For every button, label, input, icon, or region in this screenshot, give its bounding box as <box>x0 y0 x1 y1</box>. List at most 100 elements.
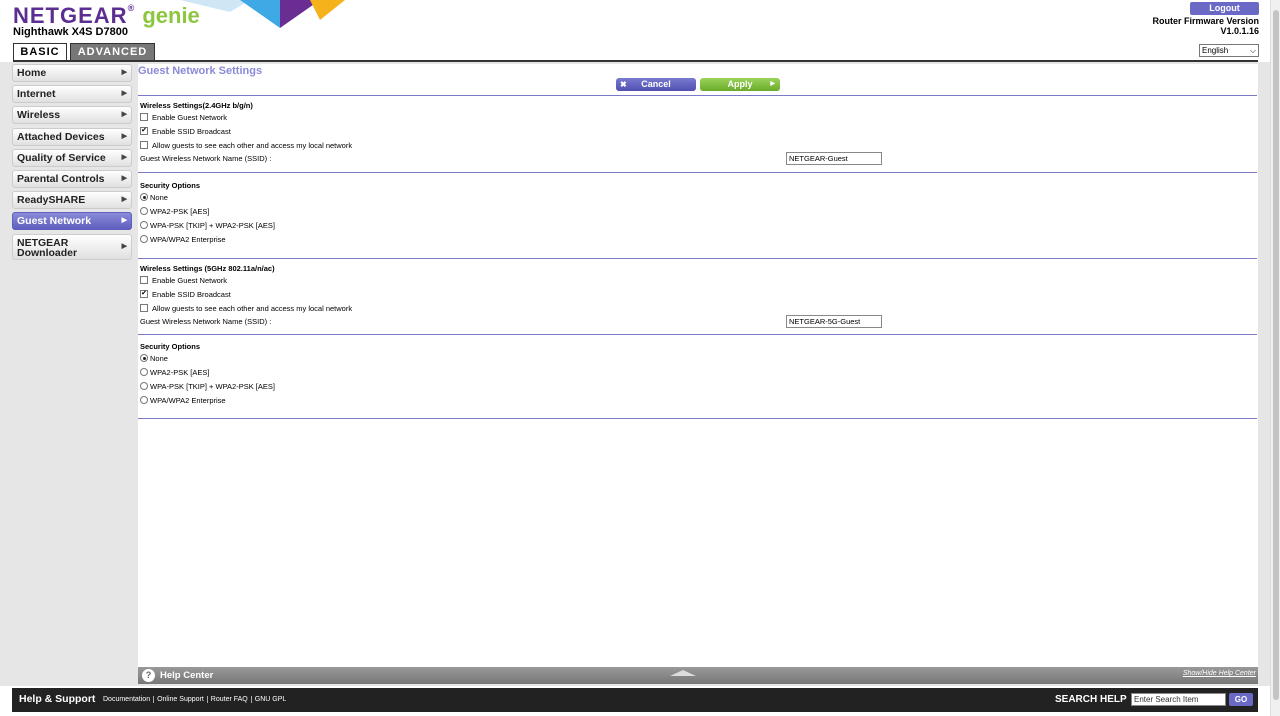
enable-guest-network-24-row: Enable Guest Network <box>140 113 227 123</box>
radio-label: None <box>150 354 168 363</box>
sidebar-item-home[interactable]: Home ▶ <box>12 64 132 82</box>
radio-label: WPA2-PSK [AES] <box>150 368 210 377</box>
firmware-label: Router Firmware Version <box>1152 16 1259 26</box>
sidebar-item-label: Downloader <box>17 246 78 259</box>
tab-basic[interactable]: BASIC <box>13 43 67 61</box>
radio-label: WPA2-PSK [AES] <box>150 207 210 216</box>
chevron-right-icon: ▶ <box>121 217 127 225</box>
go-button[interactable]: GO <box>1229 693 1253 706</box>
sidebar-item-attached-devices[interactable]: Attached Devices ▶ <box>12 127 132 146</box>
sidebar-item-label: Internet <box>17 88 56 101</box>
sidebar: Home ▶ Internet ▶ Wireless ▶ Attached De… <box>12 64 132 263</box>
radio-label: WPA-PSK [TKIP] + WPA2-PSK [AES] <box>150 382 275 391</box>
security-option-24-mixed: WPA-PSK [TKIP] + WPA2-PSK [AES] <box>140 221 275 231</box>
search-help-label: SEARCH HELP <box>1055 694 1127 705</box>
checkbox-label: Enable Guest Network <box>152 113 228 122</box>
sidebar-item-internet[interactable]: Internet ▶ <box>12 85 132 104</box>
security-radio-5-wpa2[interactable] <box>140 368 148 377</box>
ssid-5-input[interactable]: NETGEAR-5G-Guest <box>786 315 882 328</box>
checkbox-label: Allow guests to see each other and acces… <box>152 304 353 313</box>
search-input[interactable]: Enter Search Item <box>1131 693 1226 706</box>
sidebar-item-label: ReadySHARE <box>17 194 86 207</box>
section-divider <box>138 258 1257 259</box>
cancel-label: Cancel <box>641 79 671 89</box>
section-divider <box>138 418 1257 419</box>
allow-guests-5-checkbox[interactable] <box>140 304 148 313</box>
security-radio-24-enterprise[interactable] <box>140 235 148 244</box>
apply-label: Apply <box>727 79 753 89</box>
scrollbar[interactable] <box>1270 0 1280 716</box>
ssid-broadcast-24-checkbox[interactable]: ✔ <box>140 127 148 136</box>
show-hide-help-link[interactable]: Show/Hide Help Center <box>1183 670 1256 677</box>
gnu-gpl-link[interactable]: GNU GPL <box>252 696 290 703</box>
enable-guest-network-5-row: Enable Guest Network <box>140 276 227 286</box>
enable-guest-network-24-checkbox[interactable] <box>140 113 148 122</box>
help-center-title: Help Center <box>160 670 214 681</box>
tab-advanced[interactable]: ADVANCED <box>70 43 155 61</box>
help-center-bar: ? Help Center Show/Hide Help Center <box>138 667 1258 684</box>
language-selected-value: English <box>1202 46 1229 55</box>
sidebar-item-netgear-downloader[interactable]: NETGEAR Downloader ▶ <box>12 233 132 260</box>
sidebar-item-label: Quality of Service <box>17 151 106 164</box>
ssid-broadcast-5-checkbox[interactable]: ✔ <box>140 290 148 299</box>
online-support-link[interactable]: Online Support <box>154 696 208 703</box>
router-model: Nighthawk X4S D7800 <box>13 26 128 38</box>
ssid-label-5: Guest Wireless Network Name (SSID) : <box>140 317 272 326</box>
checkbox-label: Enable SSID Broadcast <box>152 290 231 299</box>
chevron-right-icon: ▶ <box>121 196 127 204</box>
security-options-heading-5: Security Options <box>140 342 201 351</box>
security-radio-5-enterprise[interactable] <box>140 396 148 405</box>
security-option-24-none: None <box>140 193 168 203</box>
logout-button[interactable]: Logout <box>1190 2 1259 15</box>
chevron-right-icon: ▶ <box>121 111 127 119</box>
sidebar-item-guest-network[interactable]: Guest Network ▶ <box>12 212 132 231</box>
sidebar-item-label: Attached Devices <box>17 130 105 143</box>
security-option-24-wpa2: WPA2-PSK [AES] <box>140 207 209 217</box>
router-faq-link[interactable]: Router FAQ <box>207 696 252 703</box>
help-icon: ? <box>142 669 155 682</box>
ssid-broadcast-24-row: ✔ Enable SSID Broadcast <box>140 127 231 137</box>
footer-links: Documentation Online Support Router FAQ GNU… <box>100 696 289 703</box>
checkbox-label: Enable SSID Broadcast <box>152 127 231 136</box>
tab-divider <box>13 60 1258 62</box>
section-heading-5ghz: Wireless Settings (5GHz 802.11a/n/ac) <box>140 264 275 273</box>
section-divider <box>138 172 1257 173</box>
checkbox-label: Enable Guest Network <box>152 276 228 285</box>
documentation-link[interactable]: Documentation <box>100 696 155 703</box>
firmware-version: V1.0.1.16 <box>1220 26 1259 36</box>
allow-guests-24-checkbox[interactable] <box>140 141 148 150</box>
sidebar-item-label: Guest Network <box>17 215 92 228</box>
radio-label: WPA/WPA2 Enterprise <box>150 396 226 405</box>
sidebar-item-label: Parental Controls <box>17 172 105 185</box>
footer: Help & Support Documentation Online Suppo… <box>12 688 1258 712</box>
brand-text: NETGEAR <box>13 3 128 28</box>
header: NETGEAR® genie Nighthawk X4S D7800 BASIC… <box>0 0 1280 62</box>
security-radio-5-none[interactable] <box>140 354 148 363</box>
sidebar-item-quality-of-service[interactable]: Quality of Service ▶ <box>12 148 132 167</box>
language-select[interactable]: English ⌵ <box>1199 44 1259 57</box>
security-radio-24-none[interactable] <box>140 193 148 202</box>
security-radio-24-mixed[interactable] <box>140 221 148 230</box>
security-radio-5-mixed[interactable] <box>140 382 148 391</box>
page-title: Guest Network Settings <box>138 65 263 77</box>
section-divider <box>138 95 1257 96</box>
close-icon: ✖ <box>620 80 627 89</box>
sidebar-item-parental-controls[interactable]: Parental Controls ▶ <box>12 169 132 188</box>
security-radio-24-wpa2[interactable] <box>140 207 148 216</box>
scrollbar-thumb[interactable] <box>1273 10 1279 700</box>
security-option-5-enterprise: WPA/WPA2 Enterprise <box>140 396 226 406</box>
enable-guest-network-5-checkbox[interactable] <box>140 276 148 285</box>
sidebar-item-wireless[interactable]: Wireless ▶ <box>12 106 132 125</box>
sidebar-item-readyshare[interactable]: ReadySHARE ▶ <box>12 191 132 210</box>
radio-label: None <box>150 193 168 202</box>
chevron-up-icon[interactable] <box>670 670 696 676</box>
footer-title: Help & Support <box>19 693 96 705</box>
ssid-24-input[interactable]: NETGEAR-Guest <box>786 152 882 165</box>
security-option-5-mixed: WPA-PSK [TKIP] + WPA2-PSK [AES] <box>140 382 275 392</box>
allow-guests-24-row: Allow guests to see each other and acces… <box>140 141 352 151</box>
section-divider <box>138 334 1257 335</box>
chevron-right-icon: ▶ <box>121 242 127 250</box>
section-heading-24ghz: Wireless Settings(2.4GHz b/g/n) <box>140 101 253 110</box>
apply-button[interactable]: Apply ▶ <box>700 78 780 91</box>
cancel-button[interactable]: ✖ Cancel <box>616 78 696 91</box>
